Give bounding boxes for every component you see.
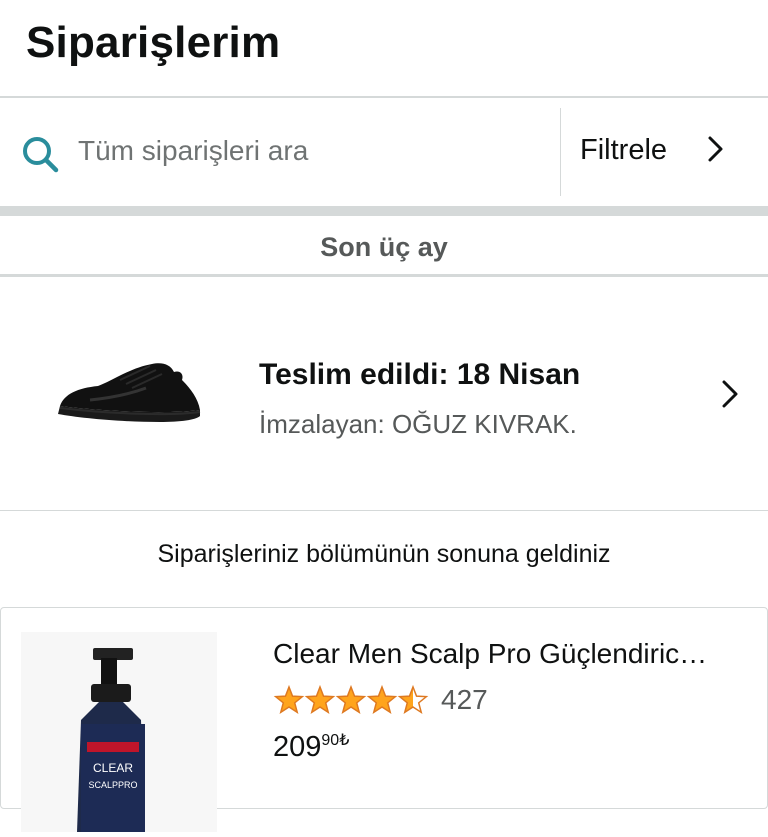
star-icon — [397, 684, 429, 715]
search-input[interactable] — [78, 128, 538, 174]
star-icon — [366, 684, 398, 715]
price-integer: 209 — [273, 731, 322, 763]
order-divider — [0, 510, 768, 511]
search-icon[interactable] — [20, 134, 60, 174]
price-fraction: 90 — [321, 732, 340, 749]
order-signer: İmzalayan: OĞUZ KIVRAK. — [259, 409, 577, 439]
order-item[interactable]: Teslim edildi: 18 Nisan İmzalayan: OĞUZ … — [0, 278, 768, 510]
star-icon — [335, 684, 367, 715]
chevron-right-icon — [722, 380, 738, 408]
star-icon — [273, 684, 305, 715]
product-price: 20990₺ — [273, 730, 349, 764]
section-divider — [0, 274, 768, 277]
star-icon — [304, 684, 336, 715]
rating-count: 427 — [441, 684, 488, 715]
product-image-label: CLEAR — [93, 761, 133, 775]
chevron-right-icon — [708, 136, 723, 162]
search-filter-divider — [560, 108, 561, 196]
filter-button[interactable]: Filtrele — [562, 98, 768, 206]
order-status: Teslim edildi: 18 Nisan — [259, 358, 581, 391]
search-bar: Filtrele — [0, 98, 768, 206]
recommended-product-card[interactable]: CLEAR SCALPPRO Clear Men Scalp Pro Güçle… — [0, 607, 768, 832]
sneaker-product-image — [58, 363, 201, 422]
product-image-sublabel: SCALPPRO — [88, 780, 137, 790]
section-separator — [0, 206, 768, 216]
product-image: CLEAR SCALPPRO — [21, 632, 217, 832]
page-title: Siparişlerim — [26, 18, 281, 67]
spray-bottle-icon: CLEAR SCALPPRO — [77, 648, 145, 832]
star-rating — [273, 684, 429, 715]
end-of-orders-message: Siparişleriniz bölümünün sonuna geldiniz — [157, 540, 611, 568]
currency-symbol: ₺ — [339, 732, 350, 749]
product-title[interactable]: Clear Men Scalp Pro Güçlendiric… — [273, 638, 743, 670]
section-label: Son üç ay — [320, 232, 448, 262]
filter-label: Filtrele — [580, 134, 668, 166]
